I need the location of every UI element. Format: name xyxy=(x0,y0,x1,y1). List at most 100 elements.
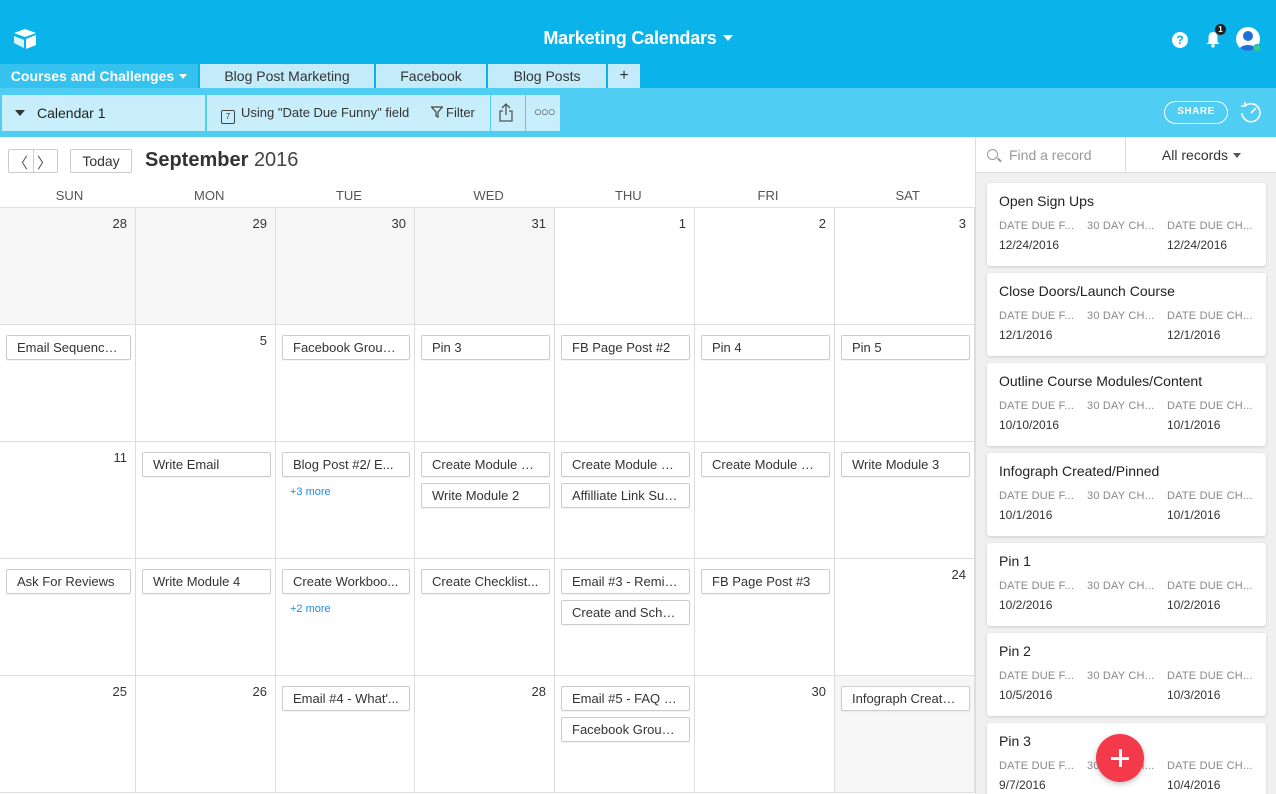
calendar-day-cell[interactable]: 28 xyxy=(0,208,136,325)
calendar-day-cell[interactable]: 29Email #5 - FAQ a...Facebook Group... xyxy=(555,676,695,793)
calendar-day-cell[interactable]: 25 xyxy=(0,676,136,793)
record-card[interactable]: Outline Course Modules/Content DATE DUE F… xyxy=(987,363,1266,446)
calendar-event[interactable]: Create Module 3 ... xyxy=(421,452,550,477)
calendar-day-cell[interactable]: 29 xyxy=(136,208,276,325)
calendar-day-cell[interactable]: 21Create Checklist... xyxy=(415,559,555,676)
calendar-day-cell[interactable]: 20Create Workboo...+2 more xyxy=(276,559,415,676)
calendar-event[interactable]: Email #5 - FAQ a... xyxy=(561,686,690,711)
calendar-day-cell[interactable]: 3 xyxy=(835,208,975,325)
calendar-event[interactable]: Write Module 4 xyxy=(142,569,271,594)
calendar-event[interactable]: Blog Post #2/ E... xyxy=(282,452,410,477)
add-record-button[interactable] xyxy=(1096,734,1144,782)
calendar-event[interactable]: Affilliate Link Sug... xyxy=(561,483,690,508)
calendar-day-cell[interactable]: 8FB Page Post #2 xyxy=(555,325,695,442)
calendar-day-cell[interactable]: 14Create Module 3 ...Write Module 2 xyxy=(415,442,555,559)
record-field-label: DATE DUE CH... xyxy=(1167,310,1253,322)
calendar-event[interactable]: Pin 4 xyxy=(701,335,830,360)
tab-blog-posts[interactable]: Blog Posts xyxy=(488,64,607,88)
calendar-event[interactable]: Facebook Group... xyxy=(561,717,690,742)
calendar-day-cell[interactable]: 28 xyxy=(415,676,555,793)
search-placeholder: Find a record xyxy=(1009,147,1092,163)
calendar-day-cell[interactable]: 1 xyxy=(555,208,695,325)
record-field-label: DATE DUE CH... xyxy=(1167,490,1253,502)
more-events-link[interactable]: +2 more xyxy=(290,603,331,615)
add-table-button[interactable]: + xyxy=(608,64,641,88)
calendar-day-cell[interactable]: 10Pin 5 xyxy=(835,325,975,442)
calendar-day-cell[interactable]: 24 xyxy=(835,559,975,676)
more-options-icon[interactable]: ○○○ xyxy=(534,104,556,119)
record-card[interactable]: Infograph Created/Pinned DATE DUE F... 30 … xyxy=(987,453,1266,536)
calendar-event[interactable]: Create and Sche... xyxy=(561,600,690,625)
calendar-event[interactable]: Pin 3 xyxy=(421,335,550,360)
calendar-event[interactable]: Create Module 1 ... xyxy=(701,452,830,477)
calendar-day-cell[interactable]: 1Infograph Create... xyxy=(835,676,975,793)
filter-label: Filter xyxy=(446,105,475,120)
chevron-down-icon xyxy=(722,35,733,41)
calendar-event[interactable]: Ask For Reviews xyxy=(6,569,131,594)
calendar-day-cell[interactable]: 4Email Sequence ... xyxy=(0,325,136,442)
calendar-day-cell[interactable]: 15Create Module 4 ...Affilliate Link Sug… xyxy=(555,442,695,559)
calendar-day-cell[interactable]: 11 xyxy=(0,442,136,559)
calendar-event[interactable]: Create Checklist... xyxy=(421,569,550,594)
calendar-day-cell[interactable]: 27Email #4 - What'... xyxy=(276,676,415,793)
more-events-link[interactable]: +3 more xyxy=(290,486,331,498)
tab-courses-and-challenges[interactable]: Courses and Challenges xyxy=(0,64,199,88)
calendar-day-cell[interactable]: 12Write Email xyxy=(136,442,276,559)
calendar-event[interactable]: Pin 5 xyxy=(841,335,970,360)
filter-button[interactable]: Filter xyxy=(430,105,475,120)
date-field-selector[interactable]: 7 Using "Date Due Funny" field xyxy=(221,105,409,124)
calendar-day-cell[interactable]: 5 xyxy=(136,325,276,442)
calendar-day-cell[interactable]: 22Email #3 - Remin...Create and Sche... xyxy=(555,559,695,676)
record-field-label: DATE DUE F... xyxy=(999,220,1075,232)
calendar-event[interactable]: Create Workboo... xyxy=(282,569,410,594)
record-card[interactable]: Close Doors/Launch Course DATE DUE F... 30… xyxy=(987,273,1266,356)
calendar-day-cell[interactable]: 13Blog Post #2/ E...+3 more xyxy=(276,442,415,559)
view-switcher[interactable]: Calendar 1 xyxy=(2,95,205,131)
calendar-day-cell[interactable]: 9Pin 4 xyxy=(695,325,835,442)
previous-month-button[interactable]: 〈 xyxy=(13,152,28,173)
calendar-day-cell[interactable]: 6Facebook Group... xyxy=(276,325,415,442)
calendar-day-cell[interactable]: 30 xyxy=(695,676,835,793)
calendar-event[interactable]: Email Sequence ... xyxy=(6,335,131,360)
next-month-button[interactable]: 〉 xyxy=(37,152,52,173)
calendar-event[interactable]: Write Email xyxy=(142,452,271,477)
divider xyxy=(490,95,491,131)
calendar-event[interactable]: Create Module 4 ... xyxy=(561,452,690,477)
calendar-day-cell[interactable]: 23FB Page Post #3 xyxy=(695,559,835,676)
base-title[interactable]: Marketing Calendars xyxy=(0,28,1276,49)
calendar-day-cell[interactable]: 17Write Module 3 xyxy=(835,442,975,559)
help-icon[interactable]: ? xyxy=(1172,32,1188,48)
calendar-day-cell[interactable]: 31 xyxy=(415,208,555,325)
record-card[interactable]: Pin 1 DATE DUE F... 30 DAY CH... DATE DUE C… xyxy=(987,543,1266,626)
calendar-event[interactable]: Email #3 - Remin... xyxy=(561,569,690,594)
calendar-day-cell[interactable]: 16Create Module 1 ... xyxy=(695,442,835,559)
calendar-day-cell[interactable]: 2 xyxy=(695,208,835,325)
calendar-event[interactable]: FB Page Post #3 xyxy=(701,569,830,594)
record-card[interactable]: Pin 2 DATE DUE F... 30 DAY CH... DATE DUE C… xyxy=(987,633,1266,716)
record-title: Outline Course Modules/Content xyxy=(999,373,1203,389)
calendar-day-cell[interactable]: 19Write Module 4 xyxy=(136,559,276,676)
calendar-day-cell[interactable]: 18Ask For Reviews xyxy=(0,559,136,676)
calendar-day-cell[interactable]: 30 xyxy=(276,208,415,325)
tab-facebook[interactable]: Facebook xyxy=(376,64,487,88)
calendar-event[interactable]: Write Module 2 xyxy=(421,483,550,508)
calendar-event[interactable]: Facebook Group... xyxy=(282,335,410,360)
records-filter-dropdown[interactable]: All records xyxy=(1126,137,1276,173)
calendar-day-cell[interactable]: 7Pin 3 xyxy=(415,325,555,442)
record-card[interactable]: Open Sign Ups DATE DUE F... 30 DAY CH... DA… xyxy=(987,183,1266,266)
share-export-icon[interactable] xyxy=(498,103,514,123)
record-field-value: 12/24/2016 xyxy=(1167,238,1228,252)
day-number: 5 xyxy=(259,333,267,348)
share-button[interactable]: SHARE xyxy=(1164,101,1228,124)
calendar-event[interactable]: Email #4 - What'... xyxy=(282,686,410,711)
history-icon[interactable] xyxy=(1238,100,1264,126)
find-record-input[interactable]: Find a record xyxy=(976,137,1126,173)
calendar-day-cell[interactable]: 26 xyxy=(136,676,276,793)
day-number: 30 xyxy=(391,216,406,231)
record-field-value: 12/1/2016 xyxy=(999,328,1053,342)
tab-blog-post-marketing[interactable]: Blog Post Marketing xyxy=(200,64,375,88)
today-button[interactable]: Today xyxy=(70,149,132,173)
calendar-event[interactable]: FB Page Post #2 xyxy=(561,335,690,360)
calendar-event[interactable]: Infograph Create... xyxy=(841,686,970,711)
calendar-event[interactable]: Write Module 3 xyxy=(841,452,970,477)
